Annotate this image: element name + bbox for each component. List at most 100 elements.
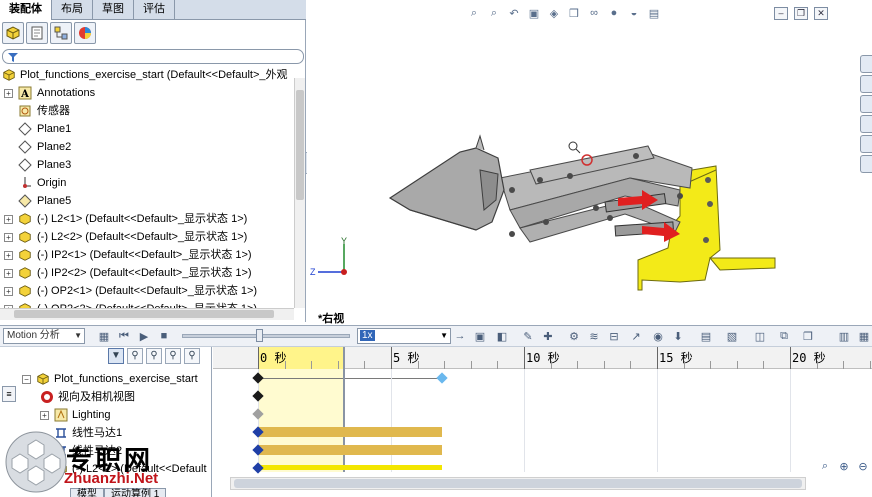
results-plots-icon[interactable]: ▤ [698,328,714,344]
part-icon [19,249,31,261]
filter-icon [8,53,18,62]
task-pane-custom-icon[interactable] [860,155,872,173]
playback-slider[interactable] [182,334,350,338]
watermark-logo [5,431,67,493]
animation-wizard-icon[interactable]: ◧ [494,328,510,344]
filter-selected-icon[interactable]: ⚲ [146,348,162,364]
collapse-motion-manager-icon[interactable]: ◫ [752,328,768,344]
tab-assembly[interactable]: 装配体 [0,0,52,20]
expand-icon[interactable]: + [4,269,13,278]
edit-appearance-icon[interactable]: ● [606,5,622,21]
motor-duration-bar[interactable] [258,427,442,437]
zoom-in-icon[interactable]: ⊕ [836,458,852,474]
timeline-minor-tick [550,361,552,369]
timeline-tick-mark [657,347,658,369]
zoom-to-fit-icon[interactable]: ⌕ [466,5,482,21]
tree-horizontal-scroll-thumb[interactable] [14,310,274,318]
view-settings-icon[interactable]: ▤ [646,5,662,21]
timeline-minor-tick [364,361,366,369]
restore-icon[interactable]: ❐ [794,7,808,20]
playback-mode-icon[interactable]: → [452,328,468,344]
zoom-to-fit-icon[interactable]: ⌕ [817,458,833,474]
display-manager-icon[interactable] [74,22,96,44]
stop-icon[interactable]: ■ [156,328,172,344]
timeline-grid-line [258,369,259,472]
loader-model-3d[interactable] [380,130,780,300]
autokey-icon[interactable]: ✎ [520,328,536,344]
add-key-icon[interactable]: ✚ [540,328,556,344]
tab-layout[interactable]: 布局 [52,0,93,19]
motor-icon[interactable]: ⚙ [566,328,582,344]
gravity-icon[interactable]: ⬇ [670,328,686,344]
motor-duration-bar[interactable] [258,445,442,455]
playback-speed-select[interactable]: 1x ▼ [357,328,451,344]
svg-text:A: A [20,89,29,100]
rebuild-icon[interactable]: ⧉ [776,328,792,344]
tab-sketch[interactable]: 草图 [93,0,134,19]
part-icon [19,285,31,297]
hide-show-icon[interactable]: ∞ [586,5,602,21]
spring-icon[interactable]: ≋ [586,328,602,344]
motion-options-icon[interactable]: ▦ [856,328,872,344]
task-pane-view-palette-icon[interactable] [860,115,872,133]
view-orientation-icon[interactable]: ◈ [546,5,562,21]
tree-options-icon[interactable]: ≡ [2,386,16,402]
task-pane-explorer-icon[interactable] [860,95,872,113]
task-pane-library-icon[interactable] [860,75,872,93]
configuration-manager-icon[interactable] [50,22,72,44]
section-view-icon[interactable]: ▣ [526,5,542,21]
timeline-scroll-thumb[interactable] [234,479,802,488]
annotations-icon: A [18,86,32,100]
feature-manager-icon[interactable] [2,22,24,44]
part-icon [19,267,31,279]
study-type-select[interactable]: Motion 分析 ▼ [3,328,85,344]
heads-up-toolbar: ⌕ ⌕ ↶ ▣ ◈ ❒ ∞ ● ◒ ▤ [466,5,662,25]
filter-sort-icon[interactable]: ⚲ [184,348,200,364]
filter-results-icon[interactable]: ⚲ [165,348,181,364]
calculate-icon[interactable]: ▦ [96,328,112,344]
force-icon[interactable]: ↗ [628,328,644,344]
expand-icon[interactable]: + [4,287,13,296]
expand-icon[interactable]: + [4,215,13,224]
filter-animated-icon[interactable]: ▼ [108,348,124,364]
play-from-start-icon[interactable]: ⏮ [116,328,132,344]
timeline-minor-tick [311,361,313,369]
viewport-window-controls: – ❐ ✕ [774,7,828,20]
task-pane-resources-icon[interactable] [860,55,872,73]
task-pane-appearances-icon[interactable] [860,135,872,153]
property-manager-icon[interactable] [26,22,48,44]
plane-icon [18,122,32,136]
expand-icon[interactable]: + [4,251,13,260]
play-icon[interactable]: ▶ [136,328,152,344]
zoom-out-icon[interactable]: ⊖ [855,458,871,474]
minimize-icon[interactable]: – [774,7,788,20]
tab-motion-study-1[interactable]: 运动算例 1 [104,488,167,497]
task-pane-tabs [860,55,872,185]
tab-model[interactable]: 模型 [70,488,104,497]
tab-evaluate[interactable]: 评估 [134,0,175,19]
display-style-icon[interactable]: ❒ [566,5,582,21]
damper-icon[interactable]: ⊟ [606,328,622,344]
collapse-icon[interactable]: − [22,375,31,384]
expand-icon[interactable]: + [4,89,13,98]
part-icon [19,231,31,243]
save-animation-icon[interactable]: ▣ [472,328,488,344]
bucket-part [388,134,505,231]
previous-view-icon[interactable]: ↶ [506,5,522,21]
contact-icon[interactable]: ◉ [650,328,666,344]
close-icon[interactable]: ✕ [814,7,828,20]
tree-filter-input[interactable] [2,49,304,64]
filter-driving-icon[interactable]: ⚲ [127,348,143,364]
timeline-tick-mark [524,347,525,369]
motion-layout-icon[interactable]: ▥ [836,328,852,344]
zoom-to-area-icon[interactable]: ⌕ [486,5,502,21]
motor-duration-bar[interactable] [258,465,442,470]
expand-icon[interactable]: + [40,411,49,420]
apply-scene-icon[interactable]: ◒ [626,5,642,21]
playback-slider-thumb[interactable] [256,329,263,342]
expand-icon[interactable]: + [4,233,13,242]
copy-study-icon[interactable]: ❐ [800,328,816,344]
motion-study-properties-icon[interactable]: ▧ [724,328,740,344]
tree-vertical-scroll-thumb[interactable] [296,90,304,200]
timeline-minor-tick [603,361,605,369]
